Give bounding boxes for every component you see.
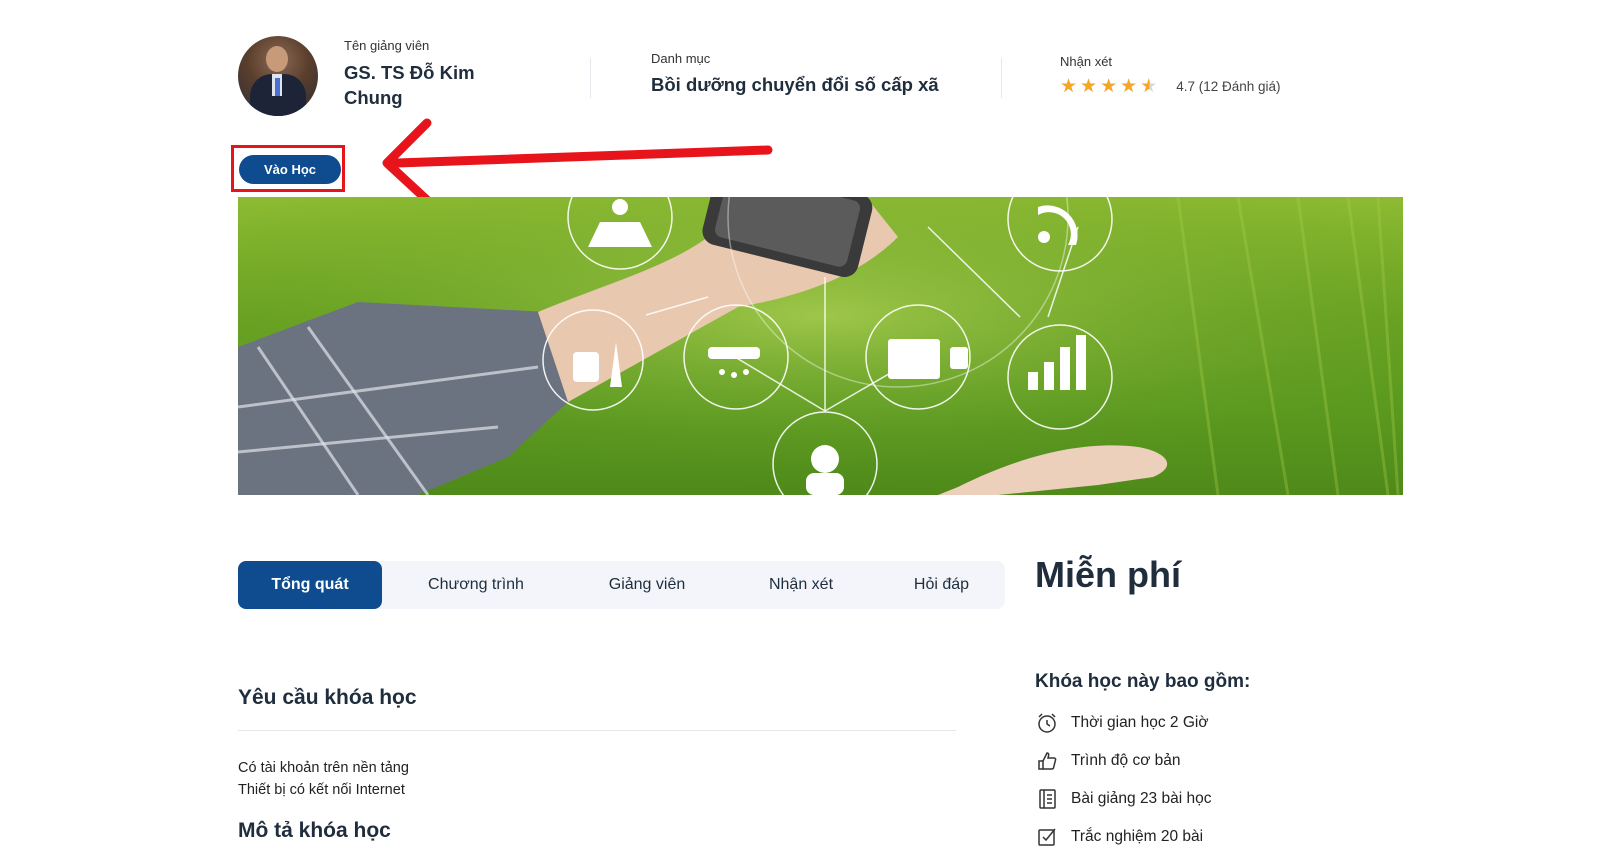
requirements-list: Có tài khoản trên nền tảng Thiết bị có k… [238, 757, 409, 801]
annotation-arrow-icon [382, 118, 773, 205]
description-title: Mô tả khóa học [238, 819, 391, 842]
list-item: Trắc nghiệm 20 bài [1035, 818, 1211, 854]
includes-item-text: Trắc nghiệm 20 bài [1071, 828, 1204, 845]
enter-button-highlight: Vào Học [231, 145, 345, 192]
half-star-icon: ★ [1140, 76, 1158, 97]
instructor-avatar [238, 36, 318, 116]
includes-item-text: Bài giảng 23 bài học [1071, 790, 1212, 807]
category-info: Danh mục Bồi dưỡng chuyển đổi số cấp xã [651, 51, 939, 96]
course-banner-image [238, 197, 1403, 495]
rating-text: 4.7 (12 Đánh giá) [1176, 79, 1281, 94]
divider [590, 58, 591, 98]
includes-title: Khóa học này bao gồm: [1035, 671, 1251, 692]
divider [1001, 58, 1002, 98]
star-icon: ★ [1060, 76, 1078, 97]
category-name[interactable]: Bồi dưỡng chuyển đổi số cấp xã [651, 74, 939, 96]
instructor-label: Tên giảng viên [344, 38, 430, 53]
enter-course-button[interactable]: Vào Học [239, 155, 341, 184]
course-tabs: Tổng quát Chương trình Giảng viên Nhận x… [238, 561, 1005, 609]
instructor-name[interactable]: GS. TS Đỗ Kim Chung [344, 60, 524, 110]
rating-stars: ★ ★ ★ ★ ★ 4.7 (12 Đánh giá) [1060, 77, 1281, 96]
tab-qa[interactable]: Hỏi đáp [878, 561, 1005, 609]
category-label: Danh mục [651, 51, 711, 66]
tab-overview[interactable]: Tổng quát [238, 561, 382, 609]
price-label: Miễn phí [1035, 554, 1181, 595]
includes-item-text: Thời gian học 2 Giờ [1071, 714, 1209, 731]
notebook-icon [1035, 787, 1059, 811]
list-item: Có tài khoản trên nền tảng [238, 760, 409, 776]
course-header: Tên giảng viên GS. TS Đỗ Kim Chung Danh … [238, 36, 1408, 126]
tab-reviews[interactable]: Nhận xét [724, 561, 878, 609]
requirements-title: Yêu cầu khóa học [238, 686, 417, 709]
tab-instructor[interactable]: Giảng viên [570, 561, 724, 609]
tab-curriculum[interactable]: Chương trình [382, 561, 570, 609]
thumb-up-icon [1035, 749, 1059, 773]
list-item: Thiết bị có kết nối Internet [238, 782, 405, 798]
star-icon: ★ [1080, 76, 1098, 97]
star-icon: ★ [1120, 76, 1138, 97]
divider [238, 730, 956, 731]
review-info: Nhận xét ★ ★ ★ ★ ★ 4.7 (12 Đánh giá) [1060, 54, 1281, 96]
star-icon: ★ [1100, 76, 1118, 97]
includes-list: Thời gian học 2 Giờ Trình độ cơ bản Bài … [1035, 704, 1211, 854]
review-label: Nhận xét [1060, 54, 1113, 69]
checkbox-icon [1035, 825, 1059, 849]
instructor-info: Tên giảng viên GS. TS Đỗ Kim Chung [344, 38, 524, 110]
list-item: Bài giảng 23 bài học [1035, 780, 1211, 818]
alarm-clock-icon [1035, 711, 1059, 735]
list-item: Trình độ cơ bản [1035, 742, 1211, 780]
list-item: Thời gian học 2 Giờ [1035, 704, 1211, 742]
includes-item-text: Trình độ cơ bản [1071, 752, 1181, 769]
